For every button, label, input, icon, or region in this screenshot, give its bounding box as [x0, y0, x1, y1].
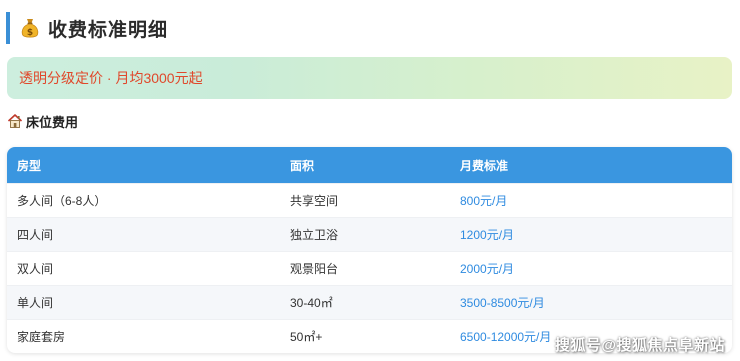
- cell-room-type: 家庭套房: [17, 330, 66, 344]
- svg-text:$: $: [27, 28, 33, 38]
- cell-area: 独立卫浴: [290, 228, 339, 242]
- table-row: 单人间 30-40㎡ 3500-8500元/月: [7, 285, 732, 319]
- table-row: 多人间（6-8人） 共享空间 800元/月: [7, 183, 732, 217]
- column-header-type: 房型: [17, 158, 42, 173]
- cell-room-type: 单人间: [17, 296, 54, 310]
- column-header-area: 面积: [290, 158, 315, 173]
- cell-room-type: 多人间（6-8人）: [17, 194, 107, 208]
- fee-table: 房型 面积 月费标准 多人间（6-8人） 共享空间 800元/月 四人间 独立卫…: [7, 147, 732, 353]
- cell-room-type: 双人间: [17, 262, 54, 276]
- cell-area: 共享空间: [290, 194, 339, 208]
- cell-area: 观景阳台: [290, 262, 339, 276]
- table-row: 四人间 独立卫浴 1200元/月: [7, 217, 732, 251]
- column-header-fee: 月费标准: [460, 158, 509, 173]
- watermark: 搜狐号@搜狐焦点阜新站: [554, 337, 725, 354]
- cell-room-type: 四人间: [17, 228, 54, 242]
- cell-area: 50㎡+: [290, 330, 323, 344]
- pricing-banner: 透明分级定价 · 月均3000元起: [7, 57, 732, 99]
- page-title: 收费标准明细: [48, 19, 169, 41]
- cell-fee: 1200元/月: [460, 228, 515, 242]
- page-header: $ 收费标准明细: [6, 12, 168, 44]
- cell-fee: 3500-8500元/月: [460, 296, 545, 310]
- money-bag-icon: $: [20, 17, 40, 39]
- section-title: 床位费用: [26, 114, 79, 130]
- cell-fee: 800元/月: [460, 194, 508, 208]
- section-header: 床位费用: [7, 112, 78, 130]
- table-header: 房型 面积 月费标准: [7, 147, 732, 183]
- house-icon: [7, 113, 23, 129]
- table-row: 双人间 观景阳台 2000元/月: [7, 251, 732, 285]
- cell-fee: 2000元/月: [460, 262, 515, 276]
- banner-text: 透明分级定价 · 月均3000元起: [19, 70, 203, 86]
- cell-area: 30-40㎡: [290, 296, 333, 310]
